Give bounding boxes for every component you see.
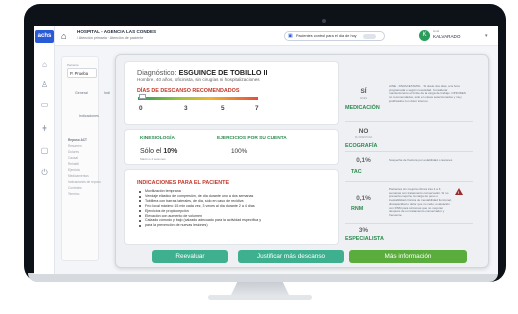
monitor-base <box>208 295 312 300</box>
ecografia-small: Rx ORIENTADA <box>354 136 373 139</box>
top-header: ⌂ HOSPITAL - AGENCIA LAS CONDES \ Atenci… <box>55 26 498 46</box>
warning-icon: ! <box>455 188 463 195</box>
home-icon[interactable]: ⌂ <box>40 60 49 69</box>
rest-days-tick: 3 <box>184 105 188 112</box>
avatar[interactable]: K <box>419 30 430 41</box>
list-item[interactable]: Dolores <box>68 150 79 154</box>
divider <box>345 151 473 152</box>
indications-title: INDICACIONES PARA EL PACIENTE <box>137 180 230 186</box>
rnm-note: Pacientes sin mejoría clínica tras 4 a 6… <box>389 187 452 217</box>
divider <box>345 181 473 182</box>
user-greeting: Hola <box>433 29 440 33</box>
list-item[interactable]: Ejercicio <box>68 168 80 172</box>
kinesiologia-title: KINESIOLOGÍA <box>140 136 175 141</box>
list-item[interactable]: Rehabil <box>68 162 79 166</box>
patient-sidebar <box>61 56 99 261</box>
thermometer-icon[interactable]: ǂ <box>40 124 49 133</box>
tac-row: 0,1% TAC Sospecha de fractura por estabi… <box>345 155 473 179</box>
justificar-descanso-button[interactable]: Justificar más descanso <box>238 250 344 263</box>
rest-days-tick: 0 <box>139 105 143 112</box>
rest-days-tick: 7 <box>255 105 259 112</box>
list-item[interactable]: Controles <box>68 186 82 190</box>
rnm-row: 0,1% RNM Pacientes sin mejoría clínica t… <box>345 185 473 223</box>
app-title: HOSPITAL - AGENCIA LAS CONDES <box>77 29 157 34</box>
calendar-icon: ▣ <box>288 33 293 39</box>
medicacion-value: SÍ <box>360 88 367 95</box>
patients-today-label: Pacientes control para el día de hoy <box>296 34 357 39</box>
medicacion-label: MEDICACIÓN <box>345 105 380 111</box>
patient-name: P. Prueba <box>70 71 89 76</box>
home-icon[interactable]: ⌂ <box>61 31 71 41</box>
medicacion-row: SÍ AINES MEDICACIÓN AINE · PARACETAMOL ·… <box>345 81 473 121</box>
left-rail: achs ⌂ ♙ ▭ ǂ ▢ ⏻ <box>34 26 55 274</box>
diagnosis-label: Diagnóstico: <box>137 68 177 77</box>
patients-today-toggle[interactable]: ▣ Pacientes control para el día de hoy <box>284 31 385 41</box>
list-item[interactable]: Resumen <box>68 144 82 148</box>
kinesiologia-prefix: Sólo el <box>140 148 162 155</box>
section-title: Reposo ACT <box>68 138 88 142</box>
rest-days-tick: 5 <box>221 105 225 112</box>
app-screen: achs ⌂ ♙ ▭ ǂ ▢ ⏻ ⌂ HOSPITAL - AGENCIA LA… <box>34 26 498 274</box>
patient-label: Paciente <box>67 63 79 67</box>
therapy-card: KINESIOLOGÍA Sólo el 10% Máximo 4 sesion… <box>124 129 339 165</box>
camera-dot <box>322 19 326 23</box>
achs-logo: achs <box>35 30 54 43</box>
rest-days-marker <box>139 94 146 99</box>
rnm-label: RNM <box>351 206 364 212</box>
toggle-switch[interactable] <box>363 33 376 39</box>
user-group-icon[interactable]: ♙ <box>40 80 49 89</box>
list-item-continuation: para la prevención de nuevas lesiones) <box>139 223 335 228</box>
tac-note: Sospecha de fractura por estabilidad o l… <box>389 158 453 162</box>
mas-informacion-button[interactable]: Más información <box>349 250 467 263</box>
divider <box>345 121 473 122</box>
power-icon[interactable]: ⏻ <box>40 168 49 177</box>
ecografia-label: ECOGRAFÍA <box>345 143 378 149</box>
divider <box>345 223 473 224</box>
ejercicios-value: 100% <box>231 148 248 155</box>
recommendation-modal: Diagnóstico: ESGUINCE DE TOBILLO II Homb… <box>115 54 489 268</box>
list-item[interactable]: Medicamentos <box>68 174 89 178</box>
especialista-row: 3% ESPECIALISTA <box>345 225 473 249</box>
kinesiologia-value: Sólo el 10% <box>140 148 177 155</box>
tac-label: TAC <box>351 169 362 175</box>
medicacion-note: AINE · PARACETAMOL · Si duele dos días, … <box>389 84 466 103</box>
diagnosis-value: ESGUINCE DE TOBILLO II <box>178 68 268 77</box>
medicacion-small: AINES <box>359 97 368 100</box>
rest-days-gradient <box>138 97 258 100</box>
ejercicios-title: EJERCICIOS POR SU CUENTA <box>217 136 287 141</box>
patient-summary: Hombre, 40 años, oficinista, sin cirugía… <box>137 77 260 82</box>
list-item[interactable]: Termino <box>68 192 79 196</box>
especialista-value: 3% <box>358 227 369 234</box>
monitor-chin <box>28 273 498 282</box>
rest-days-title: DÍAS DE DESCANSO RECOMENDADOS <box>137 88 240 94</box>
rnm-value: 0,1% <box>356 195 371 202</box>
right-column: SÍ AINES MEDICACIÓN AINE · PARACETAMOL ·… <box>345 81 473 242</box>
tab-indi[interactable]: Indi <box>104 91 110 95</box>
list-item[interactable]: Causal <box>68 156 78 160</box>
chat-icon[interactable]: ▢ <box>40 146 49 155</box>
breadcrumb[interactable]: \ Atención primaria · Atención de pacien… <box>77 36 143 40</box>
indications-list: Movilización temprana Vendaje elástico d… <box>139 189 335 228</box>
kinesiologia-percent: 10% <box>163 148 178 155</box>
kinesiologia-note: Máximo 4 sesiones <box>140 157 166 161</box>
ecografia-value: NO <box>358 128 369 135</box>
tab-indicaciones[interactable]: Indicaciones <box>79 114 99 118</box>
especialista-label: ESPECIALISTA <box>345 236 384 242</box>
ecografia-row: NO Rx ORIENTADA ECOGRAFÍA <box>345 123 473 151</box>
tac-value: 0,1% <box>356 157 371 164</box>
reevaluar-button[interactable]: Reevaluar <box>152 250 228 263</box>
user-name[interactable]: KALVARADO <box>433 34 460 39</box>
diagnosis-card: Diagnóstico: ESGUINCE DE TOBILLO II Homb… <box>124 61 339 125</box>
tab-general[interactable]: General <box>75 91 88 95</box>
clipboard-icon[interactable]: ▭ <box>40 100 49 109</box>
chevron-down-icon[interactable]: ▾ <box>485 33 488 39</box>
list-item[interactable]: Indicaciones de reposo <box>68 180 101 184</box>
diagnosis-title: Diagnóstico: ESGUINCE DE TOBILLO II <box>137 68 267 77</box>
indications-card: INDICACIONES PARA EL PACIENTE Movilizaci… <box>124 169 339 245</box>
